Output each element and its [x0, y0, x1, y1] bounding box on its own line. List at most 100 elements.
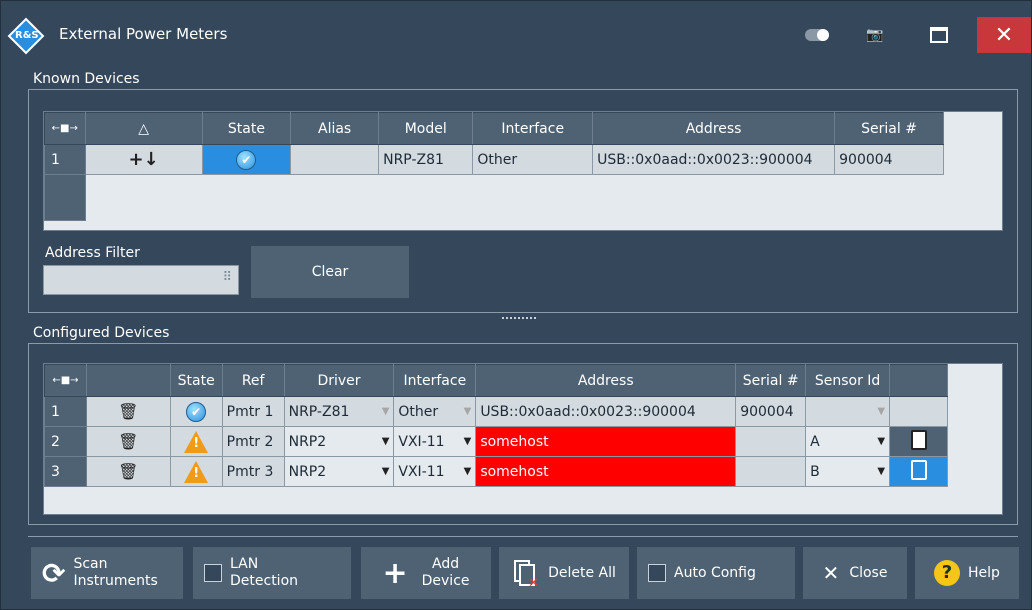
- header-ref[interactable]: Ref: [221, 364, 285, 397]
- warning-icon: !: [184, 460, 209, 483]
- copy-button[interactable]: [889, 456, 948, 487]
- trash-icon[interactable]: 🗑: [85, 426, 171, 457]
- driver-value: NRP2: [288, 463, 327, 480]
- help-icon: ?: [934, 560, 961, 586]
- close-window-button[interactable]: ✕: [977, 17, 1031, 53]
- ref-cell: Pmtr 1: [221, 396, 285, 427]
- delete-all-label: Delete All: [548, 565, 616, 581]
- header-address[interactable]: Address: [592, 112, 836, 145]
- toggle-icon: [805, 29, 829, 41]
- header-driver[interactable]: Driver: [283, 364, 395, 397]
- auto-config-toggle[interactable]: Auto Config: [637, 547, 795, 599]
- splitter-handle[interactable]: [502, 317, 536, 319]
- trash-icon[interactable]: 🗑: [85, 456, 171, 487]
- sensor-id-select[interactable]: B ▼: [805, 456, 891, 487]
- header-model[interactable]: Model: [378, 112, 474, 145]
- serial-cell: 900004: [834, 144, 944, 175]
- interface-select[interactable]: Other ▼: [393, 396, 477, 427]
- address-input-error[interactable]: somehost: [475, 426, 737, 457]
- address-cell[interactable]: USB::0x0aad::0x0023::900004: [475, 396, 737, 427]
- keypad-icon[interactable]: ⠿: [222, 270, 232, 285]
- lan-detection-toggle[interactable]: LAN Detection: [193, 547, 351, 599]
- close-button[interactable]: ✕ Close: [803, 547, 907, 599]
- header-address[interactable]: Address: [475, 364, 737, 397]
- add-to-configured-icon[interactable]: +↓: [84, 144, 203, 175]
- header-state[interactable]: State: [201, 112, 292, 145]
- sensor-id-select[interactable]: ▼: [805, 396, 891, 427]
- sort-header[interactable]: △: [84, 112, 203, 145]
- help-button[interactable]: ? Help: [915, 547, 1019, 599]
- configured-devices-label: Configured Devices: [31, 325, 172, 341]
- dropdown-arrow-icon: ▼: [381, 436, 390, 447]
- delete-documents-icon: ✕: [512, 558, 539, 591]
- warning-icon: !: [184, 430, 209, 453]
- header-state[interactable]: State: [169, 364, 223, 397]
- screenshot-button[interactable]: 📷: [849, 17, 901, 53]
- refresh-icon: ⟳: [42, 556, 66, 590]
- add-label: Add Device: [421, 556, 470, 589]
- window-title: External Power Meters: [59, 25, 228, 43]
- table-row[interactable]: 1 🗑 ✔ Pmtr 1 NRP-Z81 ▼ Other ▼ USB::0x0aad…: [44, 396, 948, 427]
- row-number: 1: [44, 144, 86, 175]
- dropdown-arrow-icon: ▼: [877, 436, 886, 447]
- lan-label: LAN Detection: [230, 556, 299, 589]
- column-resize-handle[interactable]: ←■→: [44, 112, 86, 145]
- auto-config-checkbox[interactable]: [648, 564, 666, 582]
- known-devices-table: ←■→ △ State Alias Model Interface Addres…: [43, 111, 1003, 231]
- model-cell: NRP-Z81: [378, 144, 474, 175]
- delete-all-button[interactable]: ✕ Delete All: [499, 547, 629, 599]
- sensor-id-select[interactable]: A ▼: [805, 426, 891, 457]
- plus-icon: +: [382, 555, 408, 591]
- header-serial[interactable]: Serial #: [735, 364, 807, 397]
- ref-cell: Pmtr 3: [221, 456, 285, 487]
- title-bar: R&S External Power Meters 📷 ✕: [1, 1, 1031, 57]
- driver-select[interactable]: NRP2 ▼: [283, 426, 395, 457]
- empty-area: [85, 174, 944, 221]
- lan-detection-checkbox[interactable]: [204, 564, 222, 582]
- state-cell: ✔: [169, 396, 223, 427]
- interface-value: VXI-11: [398, 463, 445, 480]
- alias-cell[interactable]: [290, 144, 380, 175]
- table-row[interactable]: 3 🗑 ! Pmtr 3 NRP2 ▼ VXI-11 ▼ somehost B ▼: [44, 456, 948, 487]
- header-interface[interactable]: Interface: [393, 364, 477, 397]
- interface-select[interactable]: VXI-11 ▼: [393, 456, 477, 487]
- toggle-switch-button[interactable]: [791, 17, 843, 53]
- trash-icon[interactable]: 🗑: [85, 396, 171, 427]
- header-sensor-id[interactable]: Sensor Id: [805, 364, 891, 397]
- table-row[interactable]: 1 +↓ ✔ NRP-Z81 Other USB::0x0aad::0x0023…: [44, 144, 944, 175]
- known-header-row: ←■→ △ State Alias Model Interface Addres…: [44, 112, 944, 145]
- interface-select[interactable]: VXI-11 ▼: [393, 426, 477, 457]
- serial-cell: [735, 426, 807, 457]
- header-alias[interactable]: Alias: [290, 112, 380, 145]
- address-filter-input[interactable]: ⠿: [43, 265, 239, 295]
- interface-value: VXI-11: [398, 433, 445, 450]
- row-number: 3: [44, 456, 87, 487]
- dropdown-arrow-icon: ▼: [877, 466, 886, 477]
- driver-select[interactable]: NRP-Z81 ▼: [283, 396, 395, 427]
- sensor-value: A: [810, 433, 820, 450]
- copy-button[interactable]: [889, 426, 948, 457]
- driver-value: NRP-Z81: [288, 403, 350, 420]
- copy-document-icon: [906, 457, 927, 480]
- address-input-error[interactable]: somehost: [475, 456, 737, 487]
- column-resize-handle[interactable]: ←■→: [44, 364, 87, 397]
- scan-instruments-button[interactable]: ⟳ Scan Instruments: [31, 547, 183, 599]
- ok-check-icon: ✔: [236, 149, 257, 170]
- dropdown-arrow-icon: ▼: [381, 466, 390, 477]
- maximize-button[interactable]: [913, 17, 965, 53]
- configured-devices-table: ←■→ State Ref Driver Interface Address S…: [43, 363, 1003, 515]
- ref-cell: Pmtr 2: [221, 426, 285, 457]
- row-number: 1: [44, 396, 87, 427]
- row-number: 2: [44, 426, 87, 457]
- header-interface[interactable]: Interface: [472, 112, 594, 145]
- row-number-empty: [44, 174, 86, 221]
- auto-config-label: Auto Config: [674, 565, 756, 581]
- clear-button[interactable]: Clear: [251, 246, 409, 298]
- configured-header-row: ←■→ State Ref Driver Interface Address S…: [44, 364, 948, 397]
- header-serial[interactable]: Serial #: [834, 112, 944, 145]
- table-row[interactable]: 2 🗑 ! Pmtr 2 NRP2 ▼ VXI-11 ▼ somehost A ▼: [44, 426, 948, 457]
- driver-select[interactable]: NRP2 ▼: [283, 456, 395, 487]
- close-icon: ✕: [822, 561, 840, 585]
- add-device-button[interactable]: + Add Device: [361, 547, 491, 599]
- header-delete: [85, 364, 171, 397]
